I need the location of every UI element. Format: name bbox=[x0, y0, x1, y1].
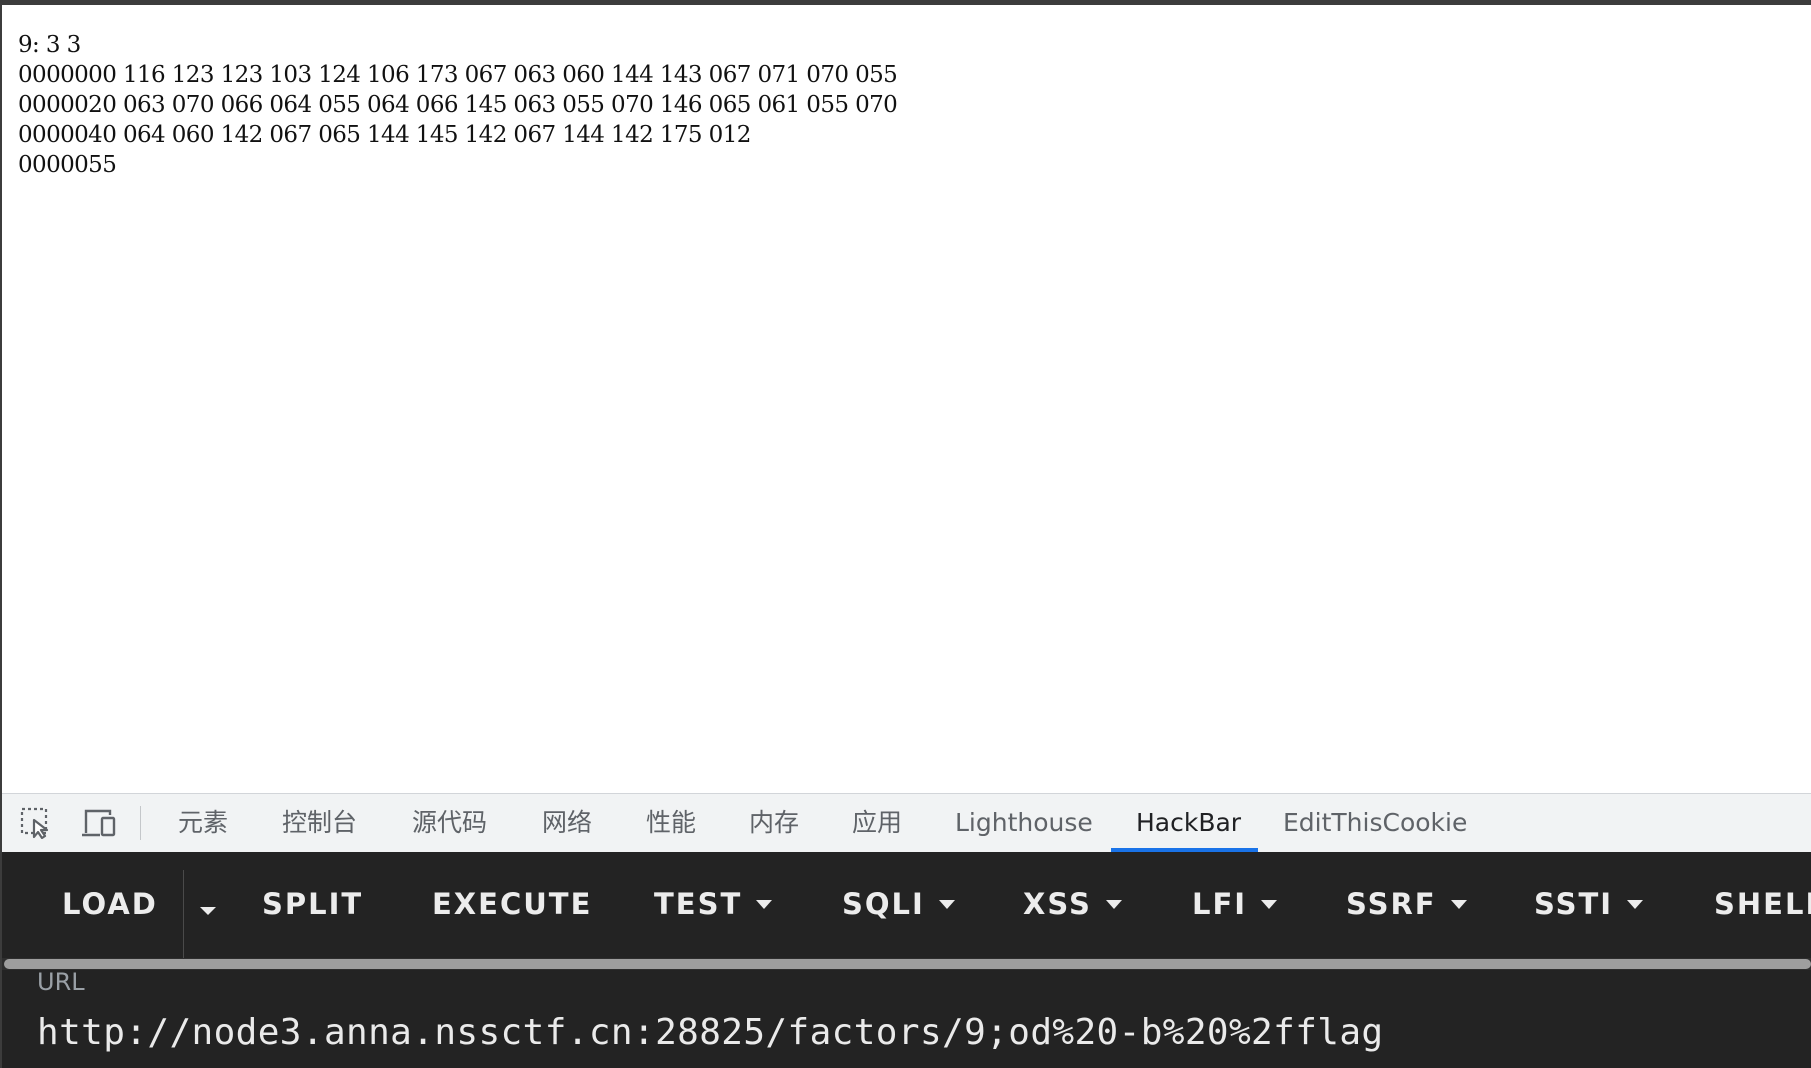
split-button[interactable]: SPLIT bbox=[262, 852, 363, 956]
xss-label: XSS bbox=[1023, 887, 1092, 921]
sqli-menu-button[interactable]: SQLI bbox=[842, 852, 955, 956]
lfi-label: LFI bbox=[1192, 887, 1248, 921]
inspect-element-icon[interactable] bbox=[20, 807, 56, 840]
chevron-down-icon bbox=[756, 899, 773, 909]
url-input[interactable]: http://node3.anna.nssctf.cn:28825/factor… bbox=[37, 1012, 1384, 1053]
lfi-menu-button[interactable]: LFI bbox=[1192, 852, 1278, 956]
ssrf-menu-button[interactable]: SSRF bbox=[1346, 852, 1467, 956]
test-label: TEST bbox=[654, 887, 743, 921]
ssti-menu-button[interactable]: SSTI bbox=[1534, 852, 1644, 956]
output-line: 0000000 116 123 123 103 124 106 173 067 … bbox=[18, 62, 898, 88]
shell-menu-button[interactable]: SHELL bbox=[1714, 852, 1811, 956]
url-label: URL bbox=[37, 968, 85, 996]
ssrf-label: SSRF bbox=[1346, 887, 1437, 921]
tab-elements[interactable]: 元素 bbox=[178, 794, 228, 852]
page-output: 9: 3 3 0000000 116 123 123 103 124 106 1… bbox=[18, 30, 898, 180]
hackbar-panel: LOAD SPLIT EXECUTE TEST SQLI XSS LFI SSR… bbox=[2, 852, 1811, 1068]
ssti-label: SSTI bbox=[1534, 887, 1614, 921]
output-line: 9: 3 3 bbox=[18, 32, 81, 58]
tab-separator bbox=[140, 806, 141, 840]
xss-menu-button[interactable]: XSS bbox=[1023, 852, 1122, 956]
output-line: 0000055 bbox=[18, 152, 117, 178]
toolbar-scrollbar-thumb[interactable] bbox=[4, 959, 1811, 969]
tab-editthiscookie[interactable]: EditThisCookie bbox=[1283, 794, 1467, 852]
chevron-down-icon bbox=[1450, 899, 1467, 909]
tab-performance[interactable]: 性能 bbox=[646, 794, 696, 852]
chevron-down-icon bbox=[1627, 899, 1644, 909]
tab-application[interactable]: 应用 bbox=[852, 794, 902, 852]
tab-sources[interactable]: 源代码 bbox=[412, 794, 487, 852]
device-toolbar-icon[interactable] bbox=[80, 807, 116, 839]
tab-network[interactable]: 网络 bbox=[542, 794, 592, 852]
test-menu-button[interactable]: TEST bbox=[654, 852, 773, 956]
tab-console[interactable]: 控制台 bbox=[282, 794, 357, 852]
load-button[interactable]: LOAD bbox=[62, 852, 158, 956]
load-dropdown-icon[interactable] bbox=[196, 899, 220, 923]
devtools-tab-bar: 元素 控制台 源代码 网络 性能 内存 应用 Lighthouse HackBa… bbox=[2, 793, 1811, 852]
toolbar-divider bbox=[183, 870, 184, 958]
chevron-down-icon bbox=[1105, 899, 1122, 909]
chevron-down-icon bbox=[938, 899, 955, 909]
execute-button[interactable]: EXECUTE bbox=[432, 852, 592, 956]
tab-memory[interactable]: 内存 bbox=[749, 794, 799, 852]
output-line: 0000020 063 070 066 064 055 064 066 145 … bbox=[18, 92, 898, 118]
chevron-down-icon bbox=[1261, 899, 1278, 909]
output-line: 0000040 064 060 142 067 065 144 145 142 … bbox=[18, 122, 751, 148]
sqli-label: SQLI bbox=[842, 887, 925, 921]
window-top-border bbox=[0, 0, 1811, 5]
tab-hackbar[interactable]: HackBar bbox=[1136, 794, 1241, 852]
tab-lighthouse[interactable]: Lighthouse bbox=[955, 794, 1093, 852]
